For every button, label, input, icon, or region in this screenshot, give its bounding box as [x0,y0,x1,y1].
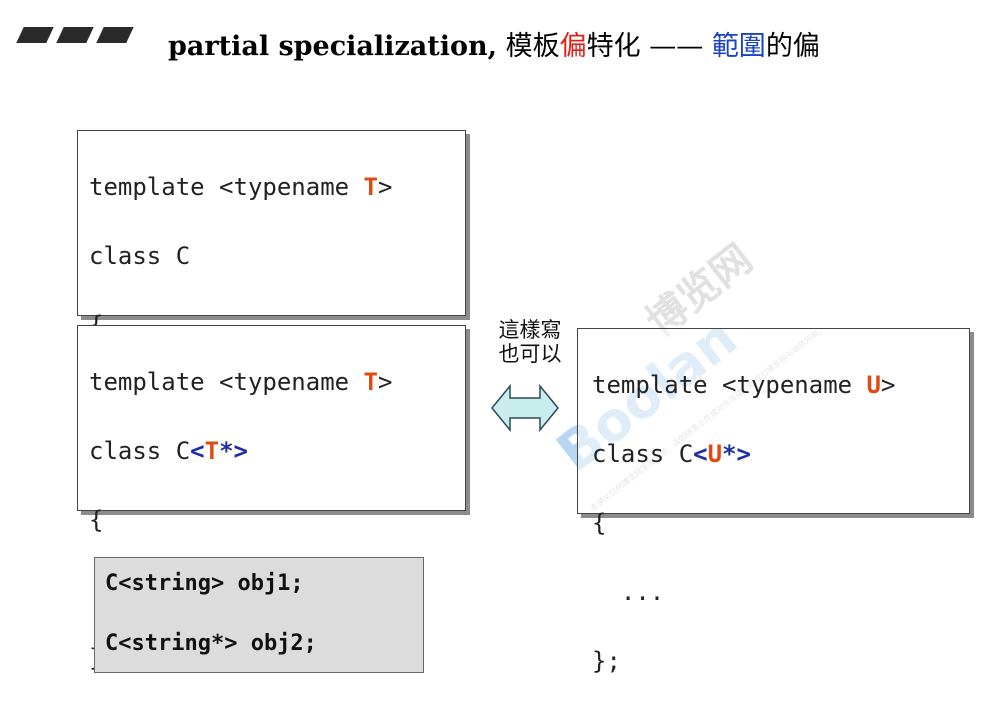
title-part-c: 的偏 [765,31,820,62]
note-line-1: 這樣寫 [498,318,562,342]
alt-note: 這樣寫 也可以 [493,318,567,366]
code-text: template <typename [592,370,867,399]
angle-bracket: < [693,439,708,468]
title-english: partial specialization, [168,31,498,62]
template-param-U: U [866,370,881,399]
title-part-b: 特化 —— [586,31,712,62]
code-line: class C<U*> [592,437,969,472]
code-text: > [378,367,393,396]
code-line: template <typename T> [89,170,465,205]
code-text: > [881,370,896,399]
code-line: template <typename T> [89,365,465,400]
double-arrow-icon [491,383,559,433]
code-line: template <typename U> [592,368,969,403]
code-text: template <typename [89,172,364,201]
usage-example-box: C<string> obj1; C<string*> obj2; [94,557,424,673]
template-param-U: U [707,439,723,468]
title-blue-chars: 範圍 [711,31,766,62]
title-red-char: 偏 [559,31,587,62]
code-text: class C [592,439,694,468]
code-text: class C [89,436,191,465]
code-line: { [592,508,607,537]
code-line: ... [592,577,665,606]
primary-template-code-box: template <typename T> class C { ... }; [77,130,466,477]
page-title: partial specialization, 模板偏特化 —— 範圍的偏 [168,24,820,63]
template-param-T: T [363,172,378,201]
usage-line-2: C<string*> obj2; [105,631,317,656]
template-param-T: T [363,367,378,396]
note-line-2: 也可以 [498,342,562,366]
angle-bracket: < [190,436,205,465]
code-line: class C<T*> [89,434,465,469]
partial-spec-T-code-box: template <typename T> class C<T*> { ... … [77,325,466,672]
title-part-a: 模板 [497,31,560,62]
code-text: > [378,172,393,201]
pointer-suffix: *> [219,436,248,465]
partial-spec-U-code-box: template <typename U> class C<U*> { ... … [577,328,970,675]
code-line: }; [592,646,621,675]
code-text: template <typename [89,367,364,396]
code-line: class C [89,241,191,270]
usage-line-1: C<string> obj1; [105,571,304,596]
pointer-suffix: *> [722,439,751,468]
code-line: { [89,505,104,534]
template-param-T: T [204,436,220,465]
